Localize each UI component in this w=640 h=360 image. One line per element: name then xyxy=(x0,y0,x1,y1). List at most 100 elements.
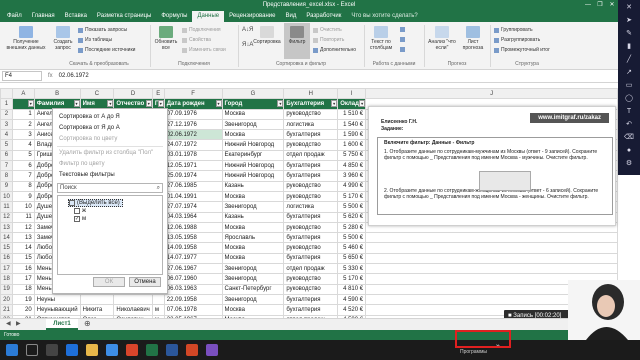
header-cell-city[interactable]: Город ▾ xyxy=(221,98,285,110)
cell[interactable]: 06.07.1960 xyxy=(163,273,223,285)
cell[interactable]: 9 xyxy=(11,190,35,203)
line-icon[interactable]: ╱ xyxy=(623,55,635,65)
cell[interactable]: 24.07.1972 xyxy=(163,139,223,151)
row-header[interactable]: 7 xyxy=(0,160,13,172)
cell[interactable]: 5 500 € xyxy=(337,232,367,244)
column-header[interactable]: C xyxy=(79,87,115,100)
cell[interactable]: 4 850 € xyxy=(337,160,367,172)
ellipse-icon[interactable]: ◯ xyxy=(623,94,635,104)
get-external-data-button[interactable]: Получение внешних данных xyxy=(4,26,48,51)
cell[interactable]: бухгалтерия xyxy=(283,232,339,244)
cell[interactable]: руководство xyxy=(283,273,339,285)
close-toolbar-icon[interactable]: ✕ xyxy=(623,3,635,13)
cell[interactable]: 14.09.1958 xyxy=(163,242,223,254)
edit-links-button[interactable]: Изменить связи xyxy=(182,47,226,53)
row-header[interactable]: 10 xyxy=(0,190,13,203)
cell[interactable]: Нижний Новгород xyxy=(221,139,285,151)
cell[interactable]: Казань xyxy=(221,180,285,192)
filter-search-input[interactable]: Поиск ⌕ xyxy=(57,183,163,193)
cell[interactable]: 4 520 € xyxy=(337,304,367,316)
cell[interactable]: Звенигород xyxy=(221,201,285,213)
color-icon[interactable]: ● xyxy=(623,146,635,156)
store-icon[interactable] xyxy=(106,344,118,356)
cell[interactable]: 13 xyxy=(11,232,35,244)
add-sheet-icon[interactable]: ⊕ xyxy=(84,319,91,328)
cell[interactable]: 11 xyxy=(11,211,35,223)
cell[interactable]: 7 xyxy=(11,170,35,182)
cell[interactable]: 16 xyxy=(11,263,35,275)
remove-duplicates-button[interactable] xyxy=(400,37,407,42)
cell[interactable]: 27.07.1974 xyxy=(163,201,223,213)
cell[interactable]: руководство xyxy=(283,190,339,203)
tab-home[interactable]: Главная xyxy=(27,11,60,22)
cell[interactable]: руководство xyxy=(283,180,339,192)
row-header[interactable]: 6 xyxy=(0,149,13,162)
header-cell-number[interactable]: ▾ xyxy=(11,98,35,110)
cell[interactable]: 07.09.1976 xyxy=(163,108,223,120)
powerpoint-icon[interactable] xyxy=(186,344,198,356)
close-button[interactable]: ✕ xyxy=(606,0,618,10)
create-query-button[interactable]: Создать запрос xyxy=(50,26,76,51)
row-header[interactable]: 20 xyxy=(0,293,13,306)
text-tool-icon[interactable]: T xyxy=(623,107,635,117)
tab-file[interactable]: Файл xyxy=(2,11,27,22)
cell[interactable]: бухгалтерия xyxy=(283,304,339,316)
row-header[interactable]: 15 xyxy=(0,242,13,254)
cell[interactable]: 14.07.1977 xyxy=(163,252,223,265)
filter-dropdown-icon[interactable]: ▾ xyxy=(107,100,113,108)
flash-fill-button[interactable] xyxy=(400,27,407,32)
row-header[interactable]: 13 xyxy=(0,221,13,234)
cell[interactable]: 17 xyxy=(11,273,35,285)
filter-by-color-menu-item[interactable]: Фильтр по цвету xyxy=(53,159,167,170)
cell[interactable]: руководство xyxy=(283,242,339,254)
data-validation-button[interactable] xyxy=(400,47,407,52)
select-all-corner[interactable] xyxy=(0,87,13,100)
cell[interactable]: Москва xyxy=(221,108,285,120)
column-header[interactable]: B xyxy=(33,87,81,100)
word-icon[interactable] xyxy=(166,344,178,356)
cell[interactable]: Москва xyxy=(221,304,285,316)
cell[interactable]: 1 600 € xyxy=(337,139,367,151)
row-header[interactable]: 12 xyxy=(0,211,13,223)
advanced-filter-button[interactable]: Дополнительно xyxy=(313,47,356,53)
recent-sources-button[interactable]: Последние источники xyxy=(78,47,135,53)
cell[interactable]: руководство xyxy=(283,108,339,120)
cell[interactable]: 2 xyxy=(11,118,35,131)
cell[interactable]: Николаевич xyxy=(113,304,153,316)
cell[interactable]: бухгалтерия xyxy=(283,160,339,172)
cell[interactable]: Неунывающий xyxy=(33,304,81,316)
filter-dropdown-icon[interactable]: ▾ xyxy=(145,100,152,108)
cell[interactable]: 20 xyxy=(11,304,35,316)
value-checkbox-f[interactable]: ж xyxy=(74,208,86,214)
cell[interactable]: 1 590 € xyxy=(337,129,367,141)
cell[interactable]: 4 590 € xyxy=(337,293,367,306)
sort-button[interactable]: Сортировка xyxy=(252,26,282,45)
cell[interactable] xyxy=(365,263,618,275)
cell[interactable]: 5 750 € xyxy=(337,149,367,162)
group-rows-button[interactable]: Группировать xyxy=(494,27,533,33)
cell[interactable]: 12.05.1971 xyxy=(163,160,223,172)
sheet-tab[interactable]: Лист1 xyxy=(46,319,78,330)
cell[interactable] xyxy=(365,252,618,265)
cell[interactable]: 5 620 € xyxy=(337,211,367,223)
cell[interactable]: руководство xyxy=(283,221,339,234)
cell[interactable]: 1 540 € xyxy=(337,118,367,131)
refresh-all-button[interactable]: Обновить все xyxy=(152,26,180,51)
show-queries-button[interactable]: Показать запросы xyxy=(78,27,127,33)
cell[interactable]: Ярославль xyxy=(221,232,285,244)
cell[interactable]: логистика xyxy=(283,118,339,131)
filter-dropdown-icon[interactable]: ▾ xyxy=(277,100,283,108)
edge-icon[interactable] xyxy=(66,344,78,356)
cell[interactable]: руководство xyxy=(283,283,339,295)
ungroup-button[interactable]: Разгруппировать xyxy=(494,37,540,43)
cell[interactable]: 5 280 € xyxy=(337,221,367,234)
tell-me-search[interactable]: Что вы хотите сделать? xyxy=(346,11,422,22)
cell[interactable]: отдел продаж xyxy=(283,149,339,162)
cell[interactable]: 15 xyxy=(11,252,35,265)
cell[interactable]: Казань xyxy=(221,211,285,223)
cell[interactable]: 5 650 € xyxy=(337,252,367,265)
cell[interactable]: 06.03.1963 xyxy=(163,283,223,295)
task-view-icon[interactable] xyxy=(46,344,58,356)
cell[interactable]: 27.12.1976 xyxy=(163,118,223,131)
row-header[interactable]: 11 xyxy=(0,201,13,213)
